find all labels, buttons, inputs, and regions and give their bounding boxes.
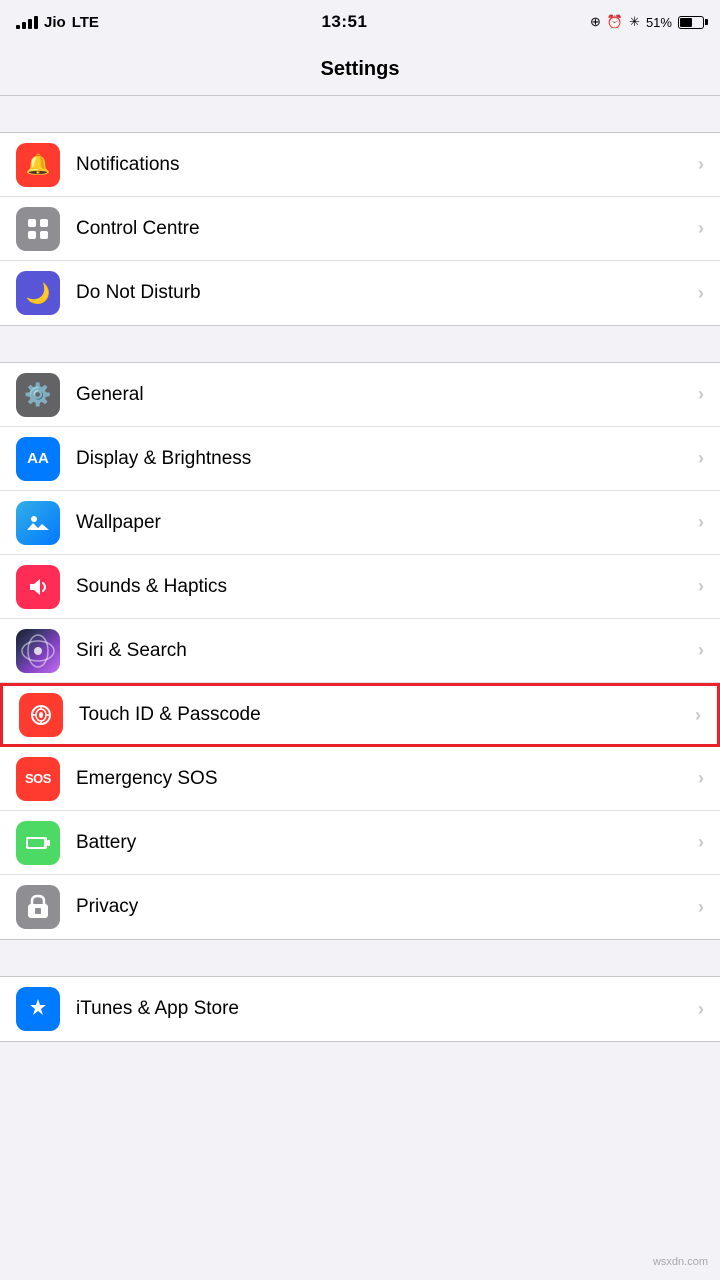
- section-gap-3: [0, 940, 720, 976]
- control-centre-item[interactable]: Control Centre ›: [0, 197, 720, 261]
- general-item[interactable]: ⚙️ General ›: [0, 363, 720, 427]
- page-title: Settings: [321, 58, 400, 81]
- status-right: ⊕ ⏰ ✳ 51%: [590, 14, 704, 30]
- watermark: wsxdn.com: [653, 1256, 708, 1268]
- section-gap-2: [0, 326, 720, 362]
- privacy-item[interactable]: Privacy ›: [0, 875, 720, 939]
- control-centre-icon: [16, 207, 60, 251]
- general-chevron: ›: [698, 384, 704, 405]
- battery-label: Battery: [76, 832, 698, 854]
- time-label: 13:51: [321, 12, 367, 32]
- location-icon: ⊕: [590, 14, 601, 30]
- itunes-appstore-icon: [16, 987, 60, 1031]
- do-not-disturb-label: Do Not Disturb: [76, 282, 698, 304]
- notifications-item[interactable]: 🔔 Notifications ›: [0, 133, 720, 197]
- touch-id-item[interactable]: Touch ID & Passcode ›: [0, 683, 720, 747]
- display-section: ⚙️ General › AA Display & Brightness › W…: [0, 362, 720, 940]
- wallpaper-chevron: ›: [698, 512, 704, 533]
- touch-id-label: Touch ID & Passcode: [79, 704, 695, 726]
- itunes-appstore-label: iTunes & App Store: [76, 998, 698, 1020]
- network-label: LTE: [72, 14, 99, 31]
- battery-percent: 51%: [646, 15, 672, 30]
- siri-search-label: Siri & Search: [76, 640, 698, 662]
- do-not-disturb-item[interactable]: 🌙 Do Not Disturb ›: [0, 261, 720, 325]
- emergency-sos-icon: SOS: [16, 757, 60, 801]
- notifications-chevron: ›: [698, 154, 704, 175]
- notifications-section: 🔔 Notifications › Control Centre › 🌙 Do …: [0, 132, 720, 326]
- wallpaper-icon: [16, 501, 60, 545]
- bluetooth-icon: ✳: [629, 14, 640, 30]
- display-brightness-label: Display & Brightness: [76, 448, 698, 470]
- control-centre-label: Control Centre: [76, 218, 698, 240]
- emergency-sos-chevron: ›: [698, 768, 704, 789]
- sounds-haptics-chevron: ›: [698, 576, 704, 597]
- siri-search-icon: [16, 629, 60, 673]
- do-not-disturb-chevron: ›: [698, 283, 704, 304]
- emergency-sos-label: Emergency SOS: [76, 768, 698, 790]
- display-brightness-item[interactable]: AA Display & Brightness ›: [0, 427, 720, 491]
- sos-text: SOS: [25, 771, 51, 786]
- display-brightness-chevron: ›: [698, 448, 704, 469]
- privacy-label: Privacy: [76, 896, 698, 918]
- itunes-appstore-chevron: ›: [698, 999, 704, 1020]
- battery-item[interactable]: Battery ›: [0, 811, 720, 875]
- touch-id-icon: [19, 693, 63, 737]
- notifications-label: Notifications: [76, 154, 698, 176]
- general-icon: ⚙️: [16, 373, 60, 417]
- status-left: Jio LTE: [16, 14, 99, 31]
- alarm-icon: ⏰: [607, 14, 623, 30]
- touch-id-chevron: ›: [695, 705, 701, 726]
- sounds-haptics-item[interactable]: Sounds & Haptics ›: [0, 555, 720, 619]
- settings-content: 🔔 Notifications › Control Centre › 🌙 Do …: [0, 96, 720, 1280]
- siri-search-chevron: ›: [698, 640, 704, 661]
- general-label: General: [76, 384, 698, 406]
- signal-icon: [16, 16, 38, 29]
- do-not-disturb-icon: 🌙: [16, 271, 60, 315]
- siri-search-item[interactable]: Siri & Search ›: [0, 619, 720, 683]
- privacy-icon: [16, 885, 60, 929]
- display-brightness-icon: AA: [16, 437, 60, 481]
- wallpaper-label: Wallpaper: [76, 512, 698, 534]
- navigation-bar: Settings: [0, 44, 720, 96]
- section-gap-1: [0, 96, 720, 132]
- sounds-haptics-icon: [16, 565, 60, 609]
- sounds-haptics-label: Sounds & Haptics: [76, 576, 698, 598]
- carrier-label: Jio: [44, 14, 66, 31]
- battery-item-icon: [16, 821, 60, 865]
- notifications-icon: 🔔: [16, 143, 60, 187]
- itunes-appstore-item[interactable]: iTunes & App Store ›: [0, 977, 720, 1041]
- emergency-sos-item[interactable]: SOS Emergency SOS ›: [0, 747, 720, 811]
- battery-chevron: ›: [698, 832, 704, 853]
- control-centre-chevron: ›: [698, 218, 704, 239]
- privacy-chevron: ›: [698, 897, 704, 918]
- wallpaper-item[interactable]: Wallpaper ›: [0, 491, 720, 555]
- battery-icon: [678, 16, 704, 29]
- appstore-section: iTunes & App Store ›: [0, 976, 720, 1042]
- status-bar: Jio LTE 13:51 ⊕ ⏰ ✳ 51%: [0, 0, 720, 44]
